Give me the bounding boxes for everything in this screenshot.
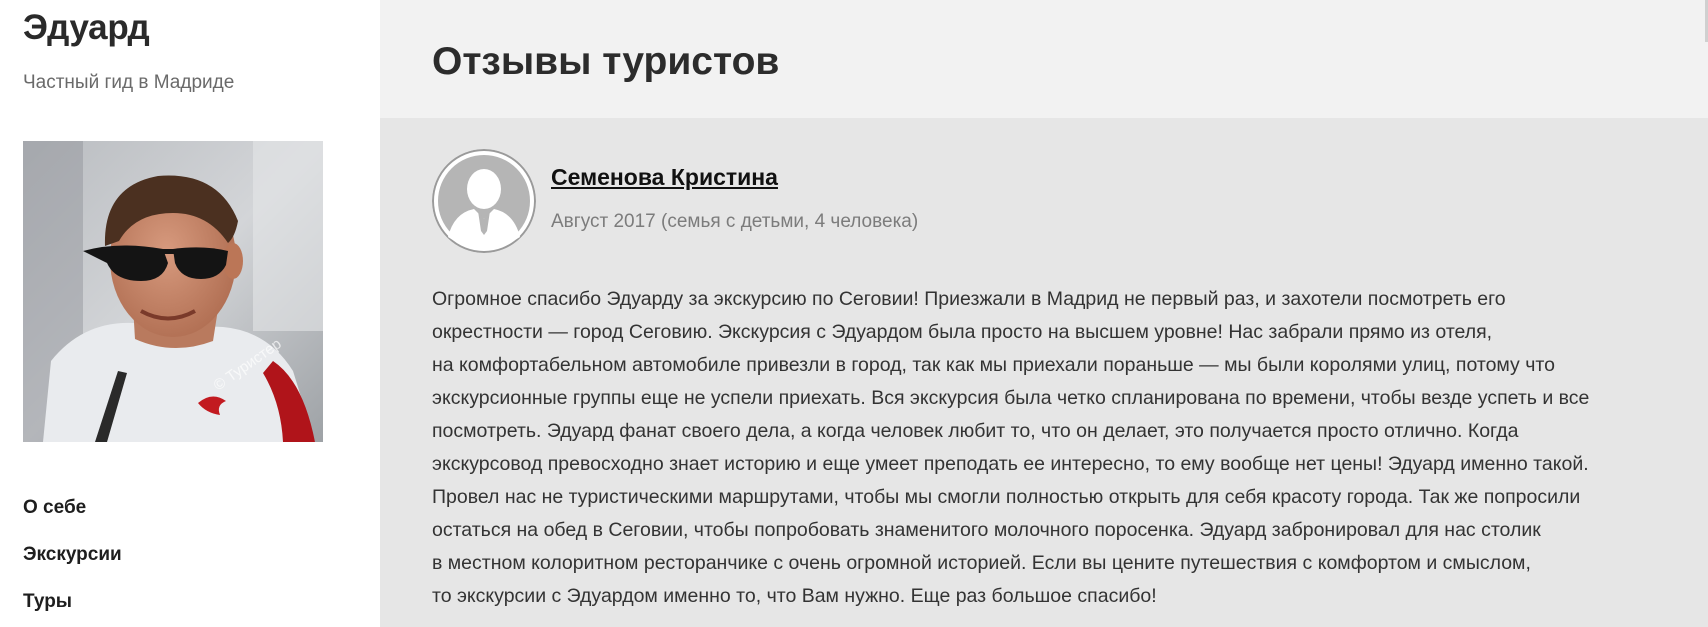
main-content: Отзывы туристов Семенова Кристина Август…: [380, 0, 1708, 627]
review-text-line: на комфортабельном автомобиле привезли в…: [432, 354, 1555, 376]
review-date: Август 2017 (семья с детьми, 4 человека): [551, 211, 919, 232]
review-text-line: в местном колоритном ресторанчике с очен…: [432, 552, 1531, 574]
nav-item-excursions[interactable]: Экскурсии: [23, 544, 122, 591]
review-text-line: экскурсовод превосходно знает историю и …: [432, 453, 1589, 475]
page: Эдуард Частный гид в Мадриде © Туристер …: [0, 0, 1708, 627]
site-title[interactable]: Эдуард: [23, 8, 150, 48]
nav-item-tours[interactable]: Туры: [23, 591, 122, 627]
review-text: Огромное спасибо Эдуарду за экскурсию по…: [432, 288, 1704, 618]
site-subtitle: Частный гид в Мадриде: [23, 72, 235, 93]
review-text-line: экскурсионные группы еще не успели приех…: [432, 387, 1590, 409]
review-text-line: то экскурсии с Эдуардом именно то, что В…: [432, 585, 1157, 607]
review-text-line: Провел нас не туристическими маршрутами,…: [432, 486, 1581, 508]
review-text-line: окрестности — город Сеговию. Экскурсия с…: [432, 321, 1493, 343]
guide-photo: © Туристер: [23, 141, 323, 442]
nav-item-about[interactable]: О себе: [23, 497, 122, 544]
review-text-line: посмотреть. Эдуард фанат своего дела, а …: [432, 420, 1519, 442]
reviewer-name-link[interactable]: Семенова Кристина: [551, 164, 778, 191]
review-text-line: Огромное спасибо Эдуарду за экскурсию по…: [432, 288, 1506, 310]
user-placeholder-icon: [432, 149, 536, 253]
sidebar-nav: О себе Экскурсии Туры: [23, 497, 122, 627]
review-text-line: остаться на обед в Сеговии, чтобы попроб…: [432, 519, 1541, 541]
page-title: Отзывы туристов: [432, 40, 780, 83]
sidebar: Эдуард Частный гид в Мадриде © Туристер …: [0, 0, 380, 627]
page-header: Отзывы туристов: [380, 0, 1708, 118]
